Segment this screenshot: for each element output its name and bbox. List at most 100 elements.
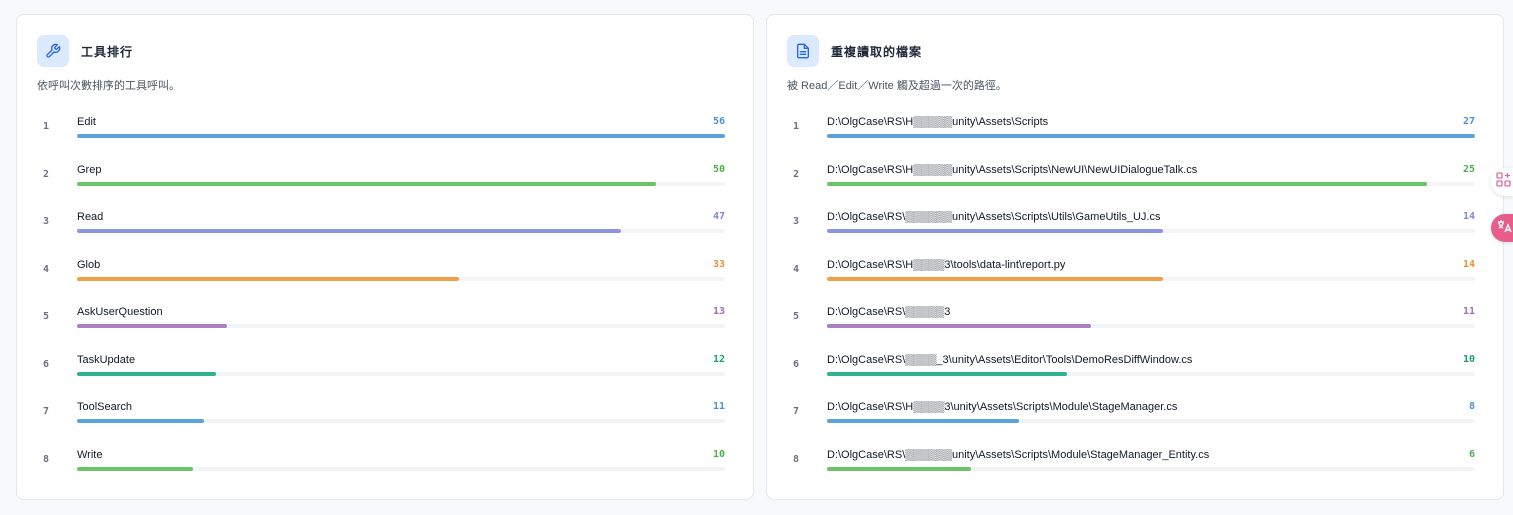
rank-number: 3 (43, 216, 50, 227)
file-path: D:\OlgCase\RS\H▒▒▒▒3\tools\data-lint\rep… (827, 258, 1066, 271)
tools-row: 7 ToolSearch 11 (17, 396, 753, 444)
tools-row: 8 Write 10 (17, 444, 753, 492)
file-path: D:\OlgCase\RS\H▒▒▒▒3\unity\Assets\Script… (827, 401, 1178, 413)
card-title: 工具排行 (81, 44, 134, 59)
count-value: 13 (712, 306, 725, 317)
bar-track (827, 466, 1475, 471)
count-value: 14 (1462, 211, 1475, 222)
tool-name: TaskUpdate (77, 353, 136, 366)
files-row: 6 D:\OlgCase\RS\▒▒▒▒_3\unity\Assets\Edito… (767, 349, 1503, 397)
file-path: D:\OlgCase\RS\▒▒▒▒▒▒unity\Assets\Scripts… (827, 448, 1210, 461)
tool-name: AskUserQuestion (77, 306, 163, 318)
bar-track (77, 371, 725, 376)
file-path: D:\OlgCase\RS\H▒▒▒▒▒unity\Assets\Scripts (827, 116, 1049, 128)
tool-name: Grep (77, 163, 102, 176)
rank-number: 3 (793, 216, 800, 227)
bar-fill (77, 181, 656, 186)
file-path: D:\OlgCase\RS\▒▒▒▒▒3 (827, 306, 951, 318)
tools-row: 6 TaskUpdate 12 (17, 349, 753, 397)
tool-name: Edit (77, 116, 96, 128)
count-value: 12 (712, 353, 725, 365)
rank-number: 1 (793, 121, 800, 132)
files-row: 1 D:\OlgCase\RS\H▒▒▒▒▒unity\Assets\Script… (767, 111, 1503, 159)
rank-number: 6 (43, 358, 50, 370)
bar-track (77, 276, 725, 281)
bar-fill (77, 371, 216, 376)
count-value: 10 (712, 448, 725, 460)
card-subtitle: 被 Read／Edit／Write 觸及超過一次的路徑。 (787, 80, 1007, 92)
bar-fill (77, 466, 193, 471)
rank-number: 5 (793, 311, 800, 322)
bar-track (77, 229, 725, 233)
bar-fill (827, 324, 1091, 328)
rank-number: 1 (43, 121, 50, 132)
card-title: 重複讀取的檔案 (831, 44, 923, 59)
apps-button[interactable] (1491, 168, 1513, 196)
count-value: 47 (712, 211, 725, 222)
tool-name: Write (77, 448, 103, 461)
count-value: 11 (1462, 306, 1475, 317)
files-row: 5 D:\OlgCase\RS\▒▒▒▒▒3 11 (767, 301, 1503, 349)
count-value: 33 (712, 258, 725, 270)
bar-fill (77, 229, 621, 233)
bar-track (77, 181, 725, 186)
tool-name: Read (77, 211, 104, 223)
bar-track (827, 324, 1475, 328)
tool-ranking-header: 工具排行 (37, 35, 133, 67)
rank-number: 2 (793, 168, 800, 180)
rank-number: 7 (43, 406, 50, 417)
repeated-files-card: 重複讀取的檔案 被 Read／Edit／Write 觸及超過一次的路徑。 1 D:… (766, 14, 1504, 500)
bar-track (77, 324, 725, 328)
count-value: 50 (712, 163, 725, 175)
bar-fill (77, 419, 205, 423)
bar-fill (827, 181, 1427, 186)
wrench-icon (37, 35, 69, 67)
translate-button[interactable] (1491, 214, 1513, 242)
count-value: 11 (712, 401, 725, 412)
rank-number: 7 (793, 406, 800, 417)
bar-track (77, 134, 725, 138)
rank-number: 4 (793, 263, 800, 275)
files-row: 8 D:\OlgCase\RS\▒▒▒▒▒▒unity\Assets\Script… (767, 444, 1503, 492)
tool-ranking-card: 工具排行 依呼叫次數排序的工具呼叫。 1 Edit 56 2 Grep 50 3 Read 47… (16, 14, 754, 500)
count-value: 56 (712, 116, 725, 127)
bar-track (827, 371, 1475, 376)
files-row: 2 D:\OlgCase\RS\H▒▒▒▒▒unity\Assets\Script… (767, 159, 1503, 207)
rank-number: 8 (43, 453, 50, 465)
tools-row: 1 Edit 56 (17, 111, 753, 159)
repeated-files-list: 1 D:\OlgCase\RS\H▒▒▒▒▒unity\Assets\Script… (767, 111, 1503, 491)
files-row: 4 D:\OlgCase\RS\H▒▒▒▒3\tools\data-lint\re… (767, 254, 1503, 302)
translate-icon (1496, 218, 1512, 239)
bar-track (827, 276, 1475, 281)
rank-number: 6 (793, 358, 800, 370)
tools-row: 3 Read 47 (17, 206, 753, 254)
rank-number: 8 (793, 453, 800, 465)
bar-track (827, 419, 1475, 423)
bar-track (827, 229, 1475, 233)
tools-row: 2 Grep 50 (17, 159, 753, 207)
rank-number: 2 (43, 168, 50, 180)
bar-fill (77, 134, 725, 138)
tool-ranking-list: 1 Edit 56 2 Grep 50 3 Read 47 4 Glob 33 5 AskUserQues… (17, 111, 753, 491)
rank-number: 4 (43, 263, 50, 275)
count-value: 10 (1462, 353, 1475, 365)
bar-track (77, 419, 725, 423)
document-icon (787, 35, 819, 67)
bar-track (827, 134, 1475, 138)
count-value: 14 (1462, 258, 1475, 270)
count-value: 27 (1462, 116, 1475, 127)
bar-fill (827, 371, 1067, 376)
bar-fill (77, 276, 459, 281)
rank-number: 5 (43, 311, 50, 322)
file-path: D:\OlgCase\RS\▒▒▒▒_3\unity\Assets\Editor… (827, 353, 1193, 366)
bar-track (827, 181, 1475, 186)
tools-row: 5 AskUserQuestion 13 (17, 301, 753, 349)
count-value: 8 (1468, 401, 1475, 412)
dashboard-page: 工具排行 依呼叫次數排序的工具呼叫。 1 Edit 56 2 Grep 50 3 Read 47… (0, 0, 1513, 515)
bar-track (77, 466, 725, 471)
files-row: 7 D:\OlgCase\RS\H▒▒▒▒3\unity\Assets\Scrip… (767, 396, 1503, 444)
files-row: 3 D:\OlgCase\RS\▒▒▒▒▒▒unity\Assets\Script… (767, 206, 1503, 254)
bar-fill (827, 419, 1019, 423)
bar-fill (827, 276, 1163, 281)
bar-fill (827, 466, 971, 471)
